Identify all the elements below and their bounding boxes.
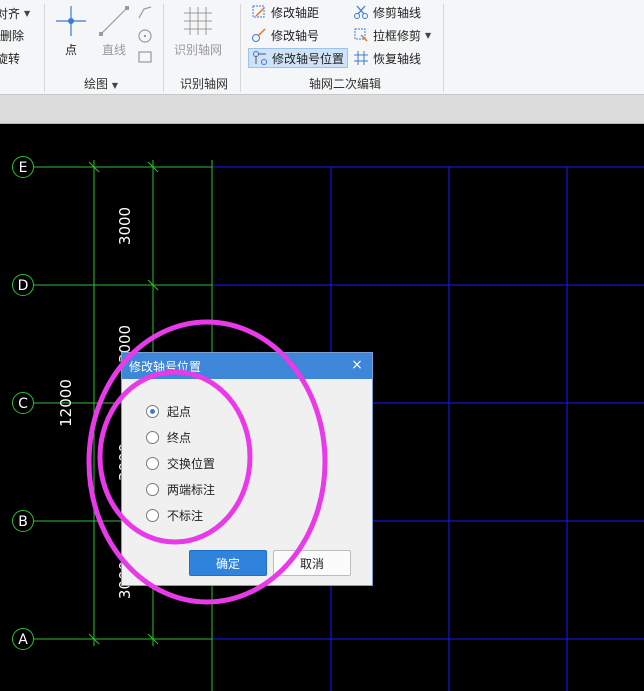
group-separator: [44, 4, 45, 92]
line-label: 直线: [101, 43, 126, 57]
axis-label-e: E: [19, 160, 28, 176]
option-label: 交换位置: [167, 457, 216, 471]
close-icon[interactable]: ×: [350, 358, 364, 372]
rotate-label: 旋转: [0, 51, 21, 66]
point-label: 点: [64, 43, 77, 57]
trim-axis-button[interactable]: 修剪轴线: [353, 2, 421, 22]
draw-group-title: 绘图: [84, 77, 109, 91]
modify-number-label: 修改轴号: [271, 28, 320, 43]
radio-button-no-label[interactable]: [146, 509, 159, 522]
delete-label: 删除: [0, 28, 25, 43]
modify-number-icon: [252, 28, 266, 42]
group-separator: [240, 4, 241, 92]
axis-label-b: B: [18, 514, 28, 530]
modify-number-position-button[interactable]: 修改轴号位置: [248, 48, 349, 68]
identify-grid-label: 识别轴网: [173, 43, 222, 57]
delete-button[interactable]: 删除: [0, 25, 24, 45]
rotate-button[interactable]: 旋转: [0, 48, 20, 68]
axis-label-d: D: [18, 278, 29, 294]
modify-axis-number-position-dialog: 修改轴号位置 × 起点 终点 交换位置 两端标注 不标注 确定 取消: [121, 352, 373, 586]
modify-number-button[interactable]: 修改轴号: [251, 25, 319, 45]
dimension-text-1: 3000: [116, 207, 134, 245]
arc-tools-icon: [138, 6, 152, 63]
box-trim-icon: [354, 28, 368, 42]
identify-group-label: 识别轴网: [180, 77, 229, 91]
chevron-down-icon[interactable]: ▼: [425, 31, 431, 40]
restore-axis-label: 恢复轴线: [373, 51, 422, 66]
toolbar-band: [0, 95, 644, 124]
option-start[interactable]: 起点: [146, 403, 191, 420]
restore-axis-icon: [354, 51, 368, 65]
chevron-down-icon: ▼: [24, 8, 31, 18]
group-separator: [163, 4, 164, 92]
option-label: 终点: [167, 431, 192, 445]
dialog-title: 修改轴号位置: [129, 359, 202, 374]
box-trim-label: 拉框修剪: [373, 28, 422, 43]
option-swap[interactable]: 交换位置: [146, 455, 215, 472]
modify-number-position-icon: [253, 51, 267, 65]
option-no-label[interactable]: 不标注: [146, 507, 203, 524]
axis-label-c: C: [18, 396, 28, 412]
radio-button-swap[interactable]: [146, 457, 159, 470]
modify-distance-icon: [252, 5, 265, 18]
chevron-down-icon[interactable]: ▼: [112, 81, 118, 90]
modify-distance-button[interactable]: 修改轴距: [251, 2, 319, 22]
dialog-title-bar[interactable]: 修改轴号位置 ×: [122, 353, 372, 379]
point-button[interactable]: 点: [55, 4, 87, 58]
line-button[interactable]: 直线: [96, 4, 132, 58]
edit-group-label: 轴网二次编辑: [309, 77, 382, 91]
align-label: 对齐: [0, 6, 21, 21]
box-trim-button[interactable]: 拉框修剪 ▼: [353, 25, 431, 45]
axis-label-a: A: [18, 632, 28, 648]
ribbon-toolbar: 对齐 ▼ 删除 旋转 点 直线 绘图 ▼ 识别轴网 识别轴网 修改轴距 修改轴号…: [0, 0, 644, 95]
draw-group-label: 绘图 ▼: [84, 75, 118, 92]
radio-button-start[interactable]: [146, 405, 159, 418]
line-icon: [99, 6, 129, 36]
option-label: 起点: [167, 405, 192, 419]
radio-button-end[interactable]: [146, 431, 159, 444]
option-label: 两端标注: [167, 483, 216, 497]
modify-number-position-label: 修改轴号位置: [272, 51, 345, 66]
ok-button[interactable]: 确定: [189, 550, 267, 576]
option-both-ends[interactable]: 两端标注: [146, 481, 215, 498]
grid-icon: [184, 7, 212, 35]
dimension-text-total: 12000: [57, 379, 75, 427]
modify-distance-label: 修改轴距: [271, 5, 320, 20]
group-separator: [443, 4, 444, 92]
align-button[interactable]: 对齐 ▼: [0, 3, 30, 23]
point-icon: [56, 6, 86, 36]
trim-axis-label: 修剪轴线: [373, 5, 422, 20]
scissors-icon: [354, 5, 368, 19]
cancel-button[interactable]: 取消: [273, 550, 351, 576]
identify-grid-button[interactable]: 识别轴网: [172, 4, 224, 58]
option-end[interactable]: 终点: [146, 429, 191, 446]
radio-button-both-ends[interactable]: [146, 483, 159, 496]
restore-axis-button[interactable]: 恢复轴线: [353, 48, 421, 68]
option-label: 不标注: [167, 509, 204, 523]
